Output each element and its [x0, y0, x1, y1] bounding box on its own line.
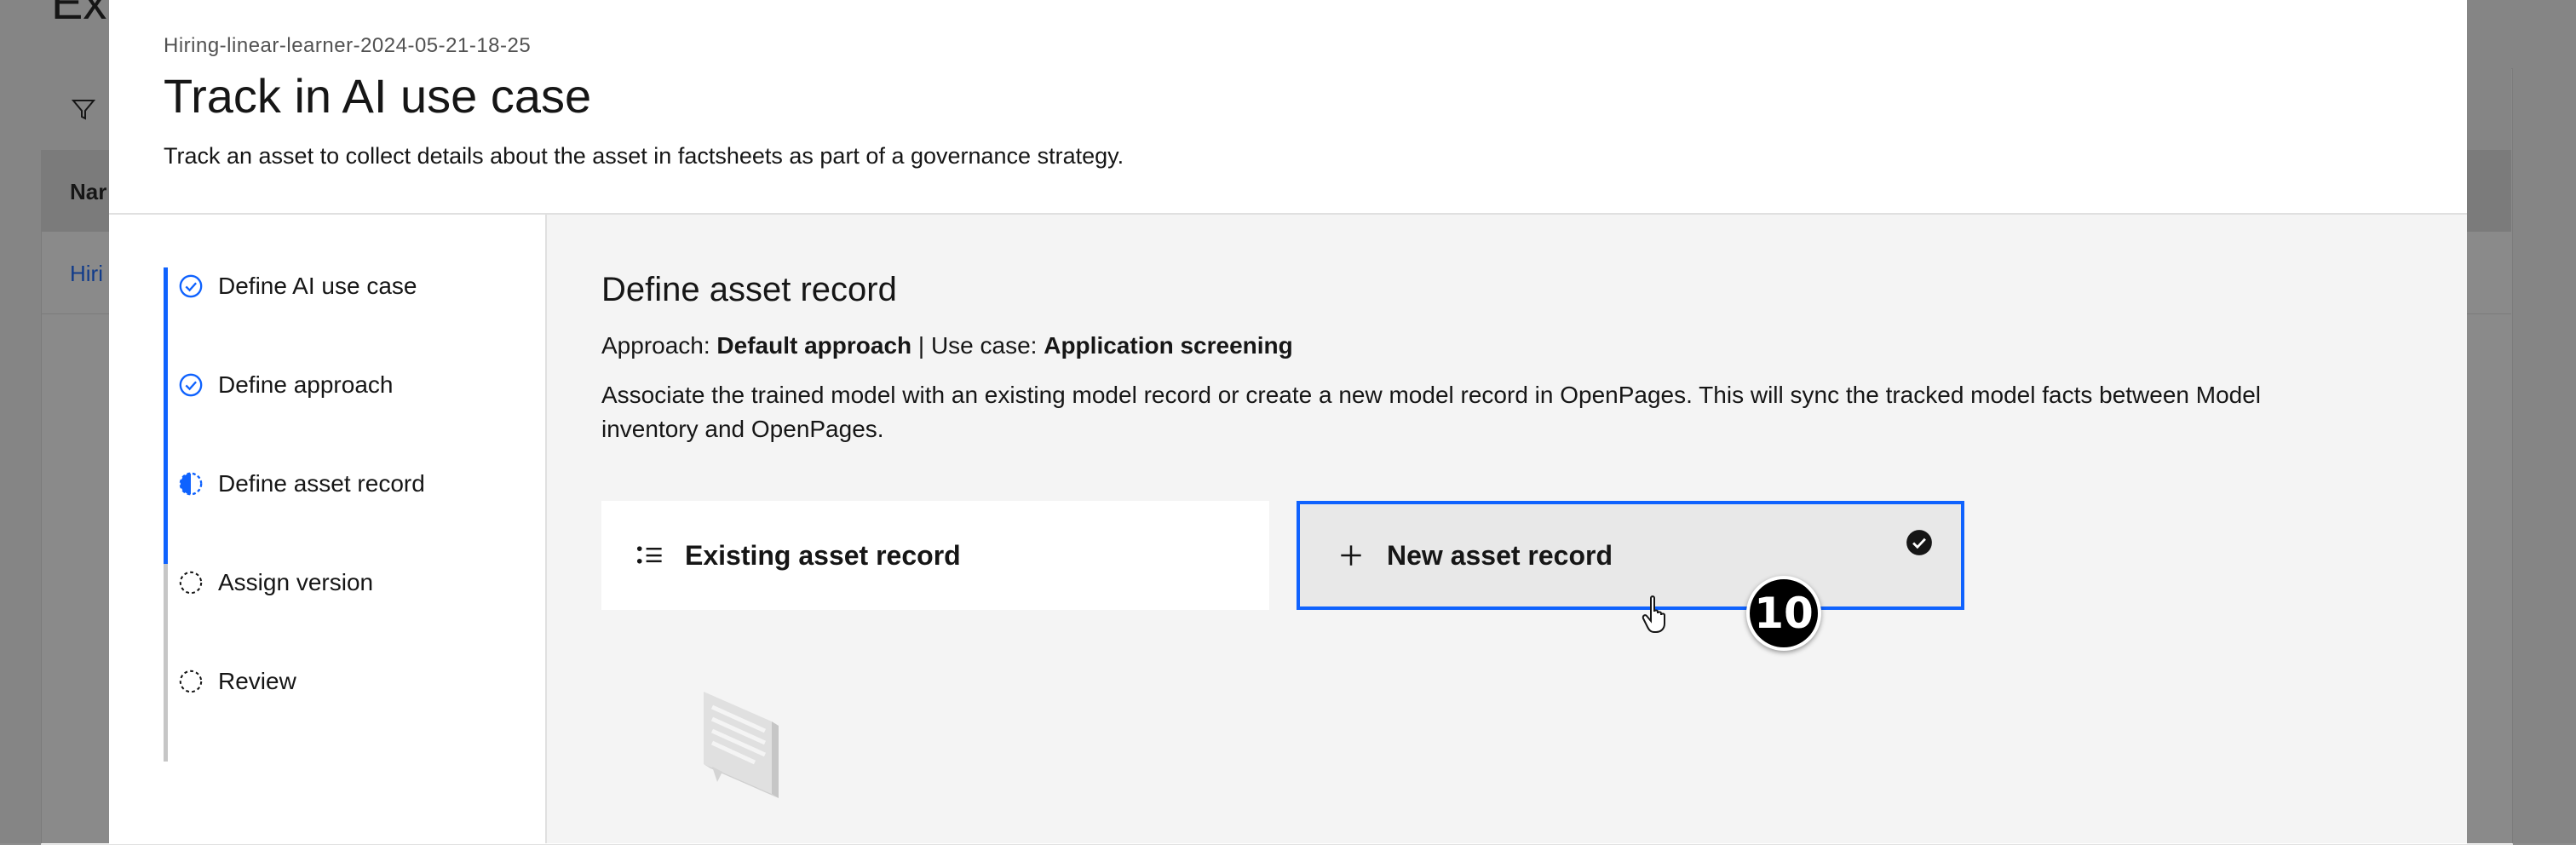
use-case-label: | Use case:	[911, 332, 1044, 359]
association-description: Associate the trained model with an exis…	[601, 382, 2262, 442]
modal-description: Track an asset to collect details about …	[164, 143, 1124, 169]
modal-header: Hiring-linear-learner-2024-05-21-18-25 T…	[109, 0, 2467, 215]
section-title: Define asset record	[601, 271, 897, 308]
step-assign-version[interactable]: Assign version	[177, 557, 373, 608]
step-define-asset-record[interactable]: Define asset record	[177, 458, 425, 509]
step-define-ai-use-case[interactable]: Define AI use case	[177, 261, 417, 312]
tutorial-step-badge: 10	[1746, 576, 1821, 651]
incomplete-half-icon	[177, 470, 204, 497]
tile-label: New asset record	[1387, 539, 1613, 571]
step-review[interactable]: Review	[177, 656, 296, 707]
add-icon	[1334, 538, 1368, 572]
checkmark-outline-icon	[177, 273, 204, 300]
checkmark-outline-icon	[177, 371, 204, 399]
document-illustration-icon	[704, 692, 779, 798]
approach-summary: Approach: Default approach | Use case: A…	[601, 332, 1293, 359]
circle-dash-icon	[177, 668, 204, 695]
list-bulleted-icon	[632, 538, 666, 572]
step-label: Define AI use case	[218, 273, 417, 299]
step-label: Review	[218, 668, 296, 694]
progress-stepper: Define AI use case Define approach Defin…	[109, 215, 547, 843]
existing-asset-record-tile[interactable]: Existing asset record	[601, 501, 1269, 610]
new-asset-record-tile[interactable]: New asset record	[1297, 501, 1964, 610]
main-content: Define asset record Approach: Default ap…	[547, 215, 2467, 843]
step-label: Define approach	[218, 371, 394, 398]
asset-name-label: Hiring-linear-learner-2024-05-21-18-25	[164, 34, 532, 57]
step-label: Define asset record	[218, 470, 425, 497]
stepper-track-active	[164, 267, 168, 564]
approach-value: Default approach	[716, 332, 912, 359]
approach-label: Approach:	[601, 332, 717, 359]
step-define-approach[interactable]: Define approach	[177, 359, 393, 411]
use-case-value: Application screening	[1044, 332, 1293, 359]
track-modal: Hiring-linear-learner-2024-05-21-18-25 T…	[109, 0, 2467, 843]
step-label: Assign version	[218, 569, 374, 595]
pointer-cursor-icon	[1642, 595, 1665, 633]
modal-title: Track in AI use case	[164, 69, 592, 123]
tile-label: Existing asset record	[685, 539, 961, 571]
circle-dash-icon	[177, 569, 204, 596]
checkmark-filled-icon	[1906, 530, 1932, 555]
